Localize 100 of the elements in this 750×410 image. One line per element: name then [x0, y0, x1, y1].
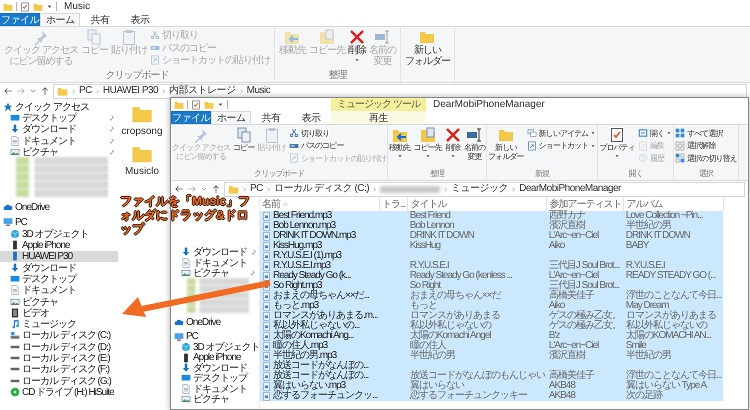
ribbon-tab[interactable]: ファイル — [171, 111, 211, 124]
file-row[interactable]: Best Friend.mp3 Best Friend 西野カナ Love Collection ~Pin... — [260, 211, 724, 221]
sidebar-item[interactable]: デスクトップ — [171, 373, 259, 384]
breadcrumb[interactable]: HUAWEI P30 — [102, 85, 158, 97]
ribbon-tab[interactable]: 共有 — [80, 13, 120, 26]
file-row[interactable]: 太陽のKomachi Ang... 太陽のKomachi Angel B'z 太陽のKOMACHI AN... — [260, 331, 724, 341]
sidebar-item[interactable]: クイック アクセス — [0, 101, 118, 112]
properties-icon[interactable] — [20, 2, 30, 12]
ribbon-button[interactable]: 名前の 変更 — [462, 127, 486, 161]
breadcrumb[interactable]: 内部ストレージ — [169, 85, 236, 97]
file-row[interactable]: DRINK IT DOWN.mp3 DRINK IT DOWN L'Arc~en~Ciel DRINK IT DOWN — [260, 231, 724, 241]
ribbon-button[interactable]: ショートカット — [526, 140, 598, 152]
file-row[interactable]: ロマンスがありあまる.m... ロマンスがありあまる ゲスの極み乙女。 ロマンスがありあまる — [260, 311, 724, 321]
sidebar-item[interactable]: ピクチャ — [0, 296, 118, 308]
up-icon[interactable] — [40, 86, 50, 96]
sidebar-item[interactable]: デスクトップ — [0, 273, 118, 285]
breadcrumb[interactable]: PC — [79, 85, 92, 97]
ribbon-button[interactable]: プロパティ — [598, 127, 636, 159]
ribbon-button[interactable]: 削除 — [444, 127, 462, 159]
file-row[interactable]: おまえの母ちゃん××だ... おまえの母ちゃん××だ 高橋美佳子 浮世のことなんて今日... — [260, 291, 724, 301]
file-row[interactable]: 恋するフォーチュンクッ... 恋するフォーチュンクッキー AKB48 次の足跡 — [260, 391, 724, 401]
sidebar-item[interactable]: ローカル ディスク (C:) — [0, 330, 118, 342]
sidebar-item[interactable]: OneDrive — [0, 201, 118, 213]
breadcrumb[interactable]: ミュージック — [451, 183, 508, 195]
sidebar-item[interactable]: ドキュメント — [171, 257, 259, 268]
chevron-down-icon[interactable] — [200, 185, 208, 193]
ribbon-button[interactable]: 切り取り — [288, 127, 388, 140]
sidebar-item[interactable]: CD ドライブ (H:) HiSuite — [0, 386, 118, 398]
sidebar-item[interactable]: HUAWEI P30 — [0, 250, 118, 262]
file-row[interactable]: 瞳の住人.mp3 瞳の住人 L'Arc~en~Ciel Smile — [260, 341, 724, 351]
caret-icon[interactable] — [46, 3, 53, 10]
file-row[interactable]: Bob Lennon.mp3 Bob Lennon 濱沢直樹 半世紀の男 — [260, 221, 724, 231]
cloud-icon — [3, 202, 13, 212]
sidebar-item[interactable]: ピクチャ — [171, 268, 259, 278]
file-row[interactable]: Ready Steady Go (k... Ready Steady Go (kenless ... L'Arc~en~Ciel READY STEADY GO (... — [260, 271, 724, 281]
sidebar-item[interactable]: ダウンロード — [171, 247, 259, 258]
file-row[interactable]: 放送コードがなんぼの... 放送コードがなんぼのもんじゃい 高橋美佳子 浮世のことなんて今日... — [260, 371, 724, 381]
sidebar-item[interactable]: ビデオ — [0, 307, 118, 318]
ribbon-tab[interactable]: ホーム — [211, 111, 251, 124]
file-row[interactable]: 翼はいらない.mp3 翼はいらない AKB48 翼はいらない Type A — [260, 381, 724, 391]
sidebar-item[interactable]: ドキュメント — [0, 134, 118, 146]
sidebar-item[interactable]: ダウンロード — [0, 262, 118, 274]
folder-item[interactable]: cropsong — [120, 103, 164, 137]
sidebar-item[interactable]: ダウンロード — [0, 124, 118, 135]
file-row[interactable]: 半世紀の男.mp3 半世紀の男 濱沢直樹 半世紀の男 — [260, 351, 724, 361]
up-icon[interactable] — [211, 184, 221, 194]
ribbon-button[interactable]: 選択の切り替え — [674, 152, 738, 164]
ribbon-tab[interactable]: 共有 — [251, 111, 291, 124]
caret-icon[interactable] — [217, 101, 224, 108]
breadcrumb[interactable]: Music — [246, 85, 270, 97]
sidebar-item[interactable]: ローカル ディスク (G:) — [0, 374, 118, 386]
ribbon-button[interactable]: パスのコピー — [288, 140, 388, 152]
sidebar-item[interactable]: ダウンロード — [171, 362, 259, 374]
chevron-down-icon[interactable] — [29, 87, 37, 95]
ribbon-button[interactable]: 新しい フォルダー — [404, 29, 451, 67]
sidebar-item[interactable]: PC — [171, 332, 259, 342]
sidebar-item[interactable]: デスクトップ — [0, 112, 118, 124]
ribbon-button[interactable]: 移動先 — [388, 127, 412, 159]
ribbon-button[interactable]: コピー — [232, 127, 256, 152]
sidebar-item[interactable]: ピクチャ — [171, 394, 259, 404]
ribbon-tab[interactable]: 表示 — [291, 111, 331, 124]
sidebar-item[interactable]: ドキュメント — [0, 284, 118, 296]
ribbon-button[interactable]: 削除 — [346, 29, 367, 63]
sidebar-item[interactable]: 3D オブジェクト — [0, 228, 118, 240]
properties-icon[interactable] — [191, 100, 201, 110]
ribbon-button[interactable]: 選択解除 — [674, 140, 738, 152]
back-icon[interactable] — [3, 86, 13, 96]
ribbon-tab[interactable]: 再生 — [331, 111, 426, 124]
breadcrumb[interactable]: PC — [250, 183, 263, 195]
file-row[interactable]: 私以外私じゃないの... 私以外私じゃないの ゲスの極み乙女。 私以外私じゃないの — [260, 321, 724, 331]
sidebar-item[interactable]: Apple iPhone — [171, 352, 259, 363]
sidebar-item[interactable]: 3D オブジェクト — [171, 342, 259, 352]
ribbon-button[interactable]: 開く — [636, 127, 674, 140]
breadcrumb[interactable]: ローカル ディスク (C:) — [274, 183, 370, 195]
sidebar-item[interactable]: ミュージック — [0, 318, 118, 330]
breadcrumb[interactable]: DearMobiPhoneManager — [519, 183, 621, 195]
ribbon-tab[interactable]: ホーム — [40, 13, 80, 26]
ribbon-button[interactable]: すべて選択 — [674, 127, 738, 140]
address-bar[interactable]: PC ローカル ディスク (C:) ミュージック DearMobiPhoneManager — [224, 182, 745, 196]
file-row[interactable]: もっと.mp3 もっと Aiko May Dream — [260, 301, 724, 311]
back-icon[interactable] — [174, 184, 184, 194]
sidebar-item[interactable]: Apple iPhone — [0, 239, 118, 251]
sidebar-item[interactable]: PC — [0, 216, 118, 228]
ribbon-button[interactable]: コピー先 — [412, 127, 443, 159]
file-row[interactable]: 放送コードがなんぼの... — [260, 361, 724, 371]
ribbon-button[interactable]: 新しいアイテム — [526, 127, 598, 140]
sidebar-item[interactable]: ローカル ディスク (F:) — [0, 364, 118, 375]
sidebar-item[interactable]: OneDrive — [171, 317, 259, 328]
ribbon-tab[interactable]: ファイル — [0, 13, 40, 26]
folder-item[interactable]: Musiclo — [120, 143, 164, 177]
ribbon-button[interactable]: 新しい フォルダー — [487, 127, 525, 161]
ribbon-tab[interactable]: 表示 — [120, 13, 160, 26]
file-row[interactable]: So Right.mp3 So Right 三代目J Soul Brot... — [260, 281, 724, 291]
sidebar-item[interactable]: ピクチャ — [0, 146, 118, 158]
sidebar-item[interactable]: ドキュメント — [171, 384, 259, 394]
sidebar-item[interactable]: ローカル ディスク (D:) — [0, 341, 118, 352]
sidebar-item[interactable]: ローカル ディスク (E:) — [0, 352, 118, 364]
file-row[interactable]: R.Y.U.S.E.I.mp3 R.Y.U.S.E.I 三代目J Soul Brot... R.Y.U.S.E.I — [260, 261, 724, 271]
file-row[interactable]: R.Y.U.S.E.I (1).mp3 — [260, 251, 724, 261]
file-row[interactable]: KissHug.mp3 KissHug Aiko BABY — [260, 241, 724, 251]
